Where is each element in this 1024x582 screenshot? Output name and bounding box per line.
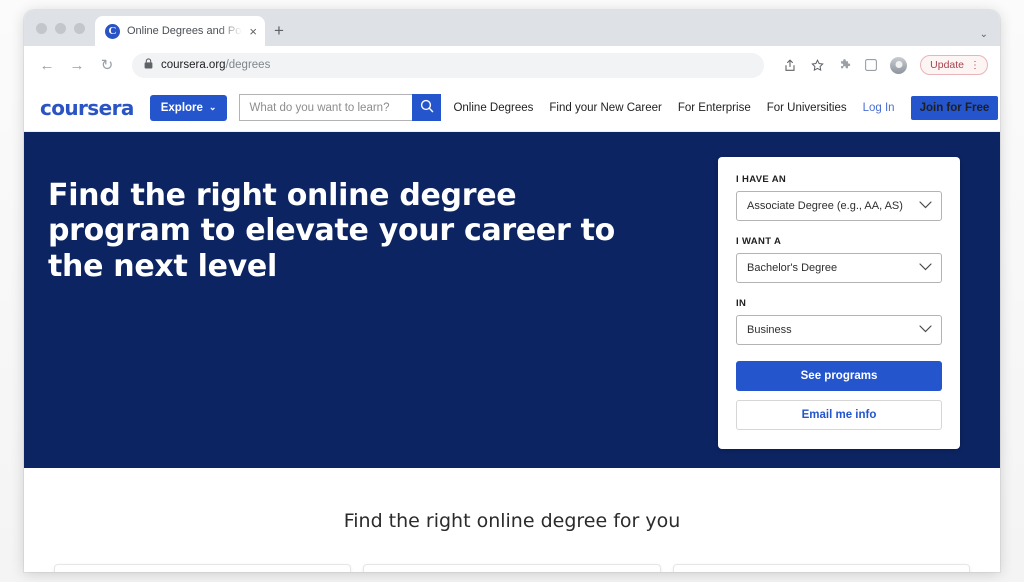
field-label-i-have-an: I HAVE AN (736, 174, 787, 185)
reload-button[interactable]: ↻ (94, 52, 120, 78)
close-window-button[interactable] (36, 22, 47, 34)
page-viewport: coursera Explore ⌄ What do you want to l… (24, 84, 1000, 572)
side-panel-icon[interactable] (863, 57, 879, 73)
nav-link-for-enterprise[interactable]: For Enterprise (678, 102, 751, 114)
tab-strip: C Online Degrees and Postgraduate Studie… (24, 10, 1000, 46)
email-me-info-button[interactable]: Email me info (736, 400, 942, 430)
coursera-logo[interactable]: coursera (40, 96, 138, 120)
search-button[interactable] (412, 94, 442, 121)
site-nav: Online Degrees Find your New Career For … (453, 95, 999, 120)
section-title: Find the right online degree for you (343, 510, 681, 532)
chevron-down-icon (919, 324, 932, 336)
address-bar[interactable]: coursera.org/degrees (132, 52, 765, 78)
profile-avatar[interactable] (890, 56, 908, 74)
search-icon (420, 99, 434, 116)
window-controls[interactable] (32, 10, 95, 46)
browser-toolbar: ← → ↻ coursera.org/degrees Update ⋮ (24, 46, 1000, 84)
select-desired-degree[interactable]: Bachelor's Degree (736, 253, 942, 283)
desktop-backdrop: C Online Degrees and Postgraduate Studie… (0, 0, 1024, 582)
nav-link-online-degrees[interactable]: Online Degrees (453, 102, 533, 114)
url-domain: coursera.org (161, 59, 226, 71)
hero-title: Find the right online degree program to … (48, 178, 615, 284)
tab-title: Online Degrees and Postgraduate Studies (127, 25, 242, 37)
select-desired-degree-value: Bachelor's Degree (747, 262, 838, 274)
maximize-window-button[interactable] (74, 22, 85, 34)
degree-card[interactable] (54, 564, 352, 572)
chevron-down-icon[interactable]: ⌄ (980, 29, 988, 40)
lock-icon (144, 58, 153, 72)
select-subject-value: Business (747, 324, 792, 336)
login-link[interactable]: Log In (863, 102, 895, 114)
browser-tab[interactable]: C Online Degrees and Postgraduate Studie… (95, 16, 265, 46)
forward-button[interactable]: → (64, 52, 90, 78)
nav-link-find-your-new-career[interactable]: Find your New Career (549, 102, 661, 114)
field-label-in: IN (736, 298, 747, 309)
select-subject[interactable]: Business (736, 315, 942, 345)
toolbar-actions: Update ⋮ (774, 55, 988, 75)
site-search (239, 94, 442, 121)
site-header: coursera Explore ⌄ What do you want to l… (24, 84, 1000, 132)
search-input[interactable] (239, 94, 413, 121)
new-tab-button[interactable]: + (265, 16, 293, 46)
see-programs-button[interactable]: See programs (736, 361, 942, 391)
back-button[interactable]: ← (34, 52, 60, 78)
explore-button[interactable]: Explore ⌄ (149, 94, 228, 121)
url-text: coursera.org/degrees (161, 59, 270, 71)
nav-link-for-universities[interactable]: For Universities (767, 102, 847, 114)
close-icon[interactable]: × (249, 25, 257, 38)
degree-card[interactable] (363, 564, 661, 572)
browser-window: C Online Degrees and Postgraduate Studie… (24, 10, 1000, 572)
minimize-window-button[interactable] (55, 22, 66, 34)
update-label: Update (930, 59, 964, 71)
coursera-favicon: C (105, 23, 120, 39)
browser-menu-icon[interactable]: ⋮ (970, 60, 980, 71)
join-for-free-button[interactable]: Join for Free (910, 95, 999, 120)
degree-card[interactable] (672, 564, 970, 572)
update-button[interactable]: Update ⋮ (920, 55, 988, 75)
share-icon[interactable] (782, 57, 798, 73)
chevron-down-icon (919, 262, 932, 274)
hero-banner: Find the right online degree program to … (24, 132, 1000, 468)
explore-label: Explore (160, 101, 203, 114)
degree-finder-card: I HAVE AN Associate Degree (e.g., AA, AS… (718, 157, 960, 449)
select-current-degree[interactable]: Associate Degree (e.g., AA, AS) (736, 191, 942, 221)
select-current-degree-value: Associate Degree (e.g., AA, AS) (747, 200, 903, 212)
extensions-puzzle-icon[interactable] (836, 57, 852, 73)
degree-card-row (24, 532, 1000, 572)
field-label-i-want-a: I WANT A (736, 236, 782, 247)
url-path: /degrees (225, 59, 271, 71)
chevron-down-icon: ⌄ (208, 102, 217, 112)
chevron-down-icon (919, 200, 932, 212)
degree-section: Find the right online degree for you (24, 468, 1000, 572)
bookmark-star-icon[interactable] (809, 57, 825, 73)
